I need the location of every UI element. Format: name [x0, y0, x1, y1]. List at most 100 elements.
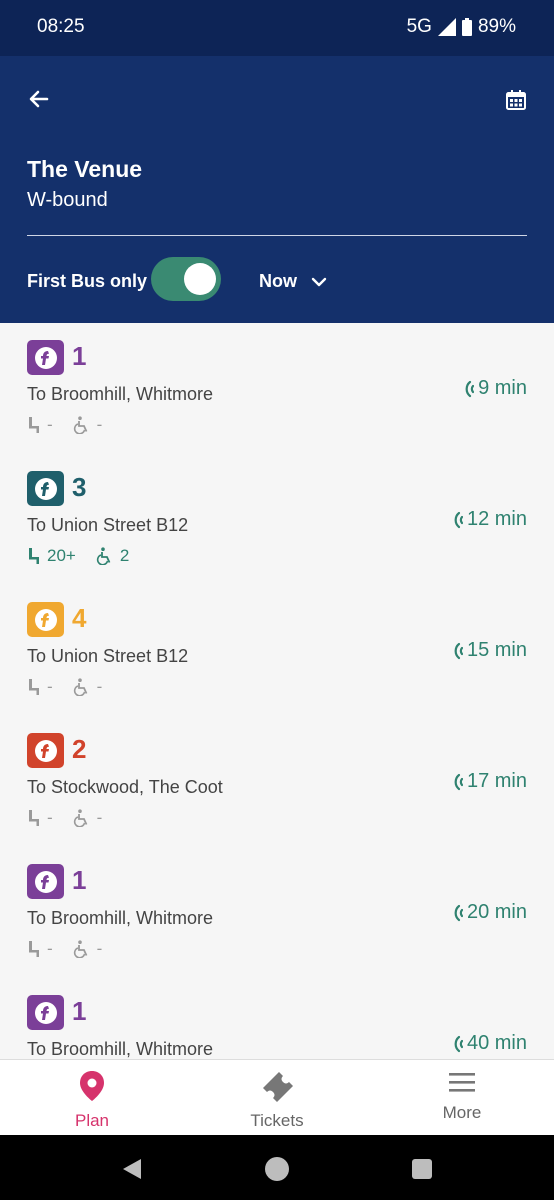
back-triangle-icon[interactable] [120, 1157, 144, 1181]
nav-plan[interactable]: Plan [32, 1070, 152, 1131]
operator-logo-icon [27, 602, 64, 637]
status-indicators: 5G 89% [407, 16, 516, 38]
menu-icon [449, 1073, 475, 1092]
eta: 9 min [462, 377, 527, 400]
eta: 17 min [451, 770, 527, 793]
ticket-icon [263, 1072, 293, 1102]
destination: To Broomhill, Whitmore [27, 908, 214, 928]
route-number: 1 [72, 865, 87, 895]
operator-logo-icon [27, 995, 64, 1030]
eta-label: 9 min [478, 377, 527, 399]
departure-row[interactable]: 4 To Union Street B12 - - 15 min [0, 585, 554, 716]
nav-more-label: More [442, 1103, 482, 1122]
first-bus-toggle[interactable] [151, 257, 221, 301]
wheelchair-icon [73, 940, 87, 958]
capacity-info: 20+ 2 [27, 546, 129, 566]
wheelchair-icon [73, 678, 87, 696]
seat-count: - [47, 677, 53, 696]
live-signal-icon [454, 1035, 463, 1052]
live-signal-icon [465, 380, 475, 397]
destination: To Stockwood, The Coot [27, 777, 223, 797]
seat-count: - [47, 808, 53, 827]
toggle-knob [184, 263, 216, 295]
route-number: 4 [72, 603, 87, 633]
home-circle-icon[interactable] [264, 1156, 290, 1182]
destination: To Broomhill, Whitmore [27, 1039, 214, 1059]
eta-label: 17 min [466, 770, 527, 792]
network-label: 5G [406, 16, 432, 37]
capacity-info: - - [27, 808, 102, 828]
stop-header: The Venue W-bound First Bus only Now [0, 56, 554, 323]
stop-direction: W-bound [27, 189, 108, 211]
live-signal-icon [454, 511, 463, 528]
seat-icon [29, 548, 39, 564]
wheelchair-count: 2 [119, 546, 130, 565]
departure-row[interactable]: 1 To Broomhill, Whitmore 40 min [0, 978, 554, 1059]
nav-more[interactable]: More [402, 1070, 522, 1123]
eta-label: 40 min [466, 1032, 527, 1054]
operator-logo-icon [27, 733, 64, 768]
map-pin-icon [80, 1071, 104, 1101]
route-number: 1 [72, 996, 87, 1026]
wheelchair-count: - [96, 939, 103, 958]
capacity-info: - - [27, 939, 102, 959]
stop-name: The Venue [27, 156, 143, 182]
wheelchair-count: - [96, 808, 103, 827]
wheelchair-icon [73, 809, 87, 827]
capacity-info: - - [27, 415, 102, 435]
status-time: 08:25 [37, 16, 85, 37]
bottom-nav: Plan Tickets More [0, 1059, 554, 1135]
time-filter-label: Now [259, 271, 297, 291]
nav-tickets-label: Tickets [250, 1111, 304, 1130]
departure-row[interactable]: 2 To Stockwood, The Coot - - 17 min [0, 716, 554, 847]
departure-list: 1 To Broomhill, Whitmore - - 9 min 3 To … [0, 323, 554, 1059]
eta: 15 min [451, 639, 527, 662]
live-signal-icon [454, 904, 463, 921]
departure-row[interactable]: 3 To Union Street B12 20+ 2 12 min [0, 454, 554, 585]
wheelchair-icon [73, 416, 87, 434]
seat-icon [29, 417, 39, 433]
departure-row[interactable]: 1 To Broomhill, Whitmore - - 20 min [0, 847, 554, 978]
eta: 12 min [451, 508, 527, 531]
route-number: 2 [72, 734, 87, 764]
wheelchair-icon [96, 547, 111, 565]
arrow-left-icon [29, 90, 49, 108]
calendar-button[interactable] [502, 86, 530, 114]
seat-count: - [47, 415, 53, 434]
status-bar: 08:25 5G 89% [0, 0, 554, 56]
first-bus-filter-label: First Bus only [27, 271, 148, 291]
calendar-icon [506, 90, 526, 110]
live-signal-icon [454, 773, 463, 790]
battery-icon [461, 18, 472, 36]
seat-count: - [47, 939, 53, 958]
live-signal-icon [454, 642, 463, 659]
destination: To Union Street B12 [27, 646, 189, 666]
operator-logo-icon [27, 471, 64, 506]
eta: 40 min [451, 1032, 527, 1055]
destination: To Union Street B12 [27, 515, 189, 535]
operator-logo-icon [27, 340, 64, 375]
nav-plan-label: Plan [74, 1111, 110, 1130]
signal-icon [437, 18, 456, 36]
seat-icon [29, 679, 39, 695]
wheelchair-count: - [96, 415, 103, 434]
seat-count: 20+ [47, 546, 76, 565]
back-button[interactable] [24, 84, 54, 114]
route-number: 3 [72, 472, 87, 502]
time-filter-dropdown[interactable]: Now [259, 271, 327, 292]
eta-label: 12 min [466, 508, 527, 530]
recents-square-icon[interactable] [411, 1158, 433, 1180]
nav-tickets[interactable]: Tickets [217, 1070, 337, 1131]
eta: 20 min [451, 901, 527, 924]
wheelchair-count: - [96, 677, 103, 696]
battery-label: 89% [477, 16, 516, 37]
departure-row[interactable]: 1 To Broomhill, Whitmore - - 9 min [0, 323, 554, 454]
capacity-info: - - [27, 677, 102, 697]
route-number: 1 [72, 341, 87, 371]
destination: To Broomhill, Whitmore [27, 384, 214, 404]
seat-icon [29, 810, 39, 826]
eta-label: 20 min [466, 901, 527, 923]
eta-label: 15 min [466, 639, 527, 661]
seat-icon [29, 941, 39, 957]
operator-logo-icon [27, 864, 64, 899]
